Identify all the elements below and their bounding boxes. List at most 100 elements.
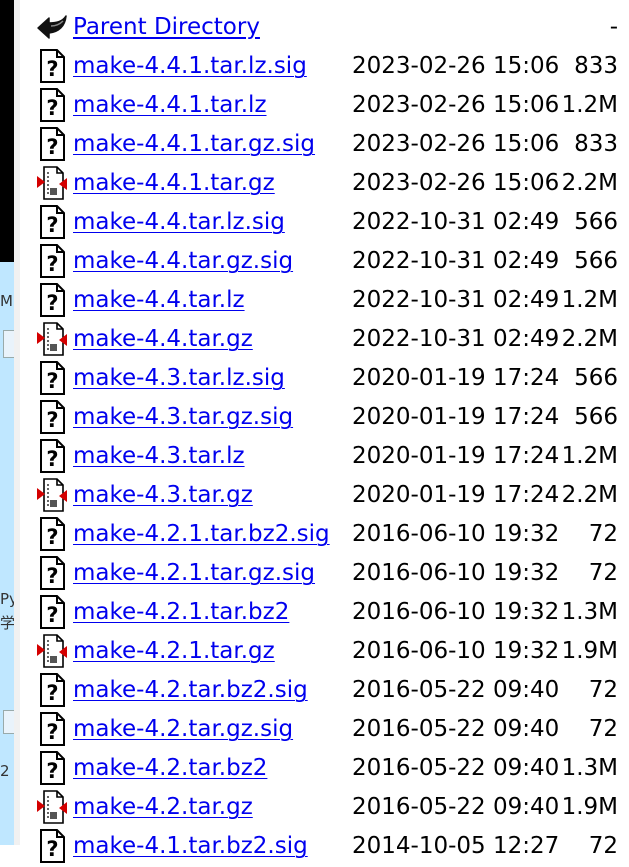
file-link[interactable]: make-4.3.tar.gz.sig (73, 398, 293, 437)
file-link[interactable]: make-4.4.1.tar.gz (73, 164, 275, 203)
file-modified-date: 2016-06-10 19:32 (352, 599, 560, 625)
file-modified-date: 2014-10-05 12:27 (352, 833, 560, 859)
file-size: 833 (574, 53, 618, 79)
file-modified-date: 2016-05-22 09:40 (352, 716, 560, 742)
svg-text:?: ? (46, 135, 58, 159)
file-modified-date: 2016-06-10 19:32 (352, 560, 560, 586)
file-size: 1.3M (561, 755, 618, 781)
file-size: 1.9M (561, 794, 618, 820)
file-modified-date: 2023-02-26 15:06 (352, 53, 560, 79)
file-link[interactable]: make-4.2.tar.gz.sig (73, 710, 293, 749)
file-link[interactable]: make-4.2.1.tar.bz2 (73, 593, 289, 632)
file-link[interactable]: make-4.2.tar.bz2 (73, 749, 267, 788)
file-link[interactable]: make-4.2.1.tar.gz (73, 632, 275, 671)
unknown-file-icon: ? (36, 88, 68, 122)
file-size: 566 (574, 365, 618, 391)
svg-text:?: ? (46, 96, 58, 120)
file-link[interactable]: make-4.3.tar.lz (73, 437, 245, 476)
file-modified-date: 2022-10-31 02:49 (352, 326, 560, 352)
file-row: ? make-4.2.1.tar.bz2.sig 2016-06-10 19:32 7… (0, 515, 629, 554)
file-size: 1.9M (561, 638, 618, 664)
file-modified-date: 2022-10-31 02:49 (352, 248, 560, 274)
file-link[interactable]: make-4.4.1.tar.lz (73, 86, 267, 125)
file-link[interactable]: make-4.4.tar.gz.sig (73, 242, 293, 281)
unknown-file-icon: ? (36, 517, 68, 551)
unknown-file-icon: ? (36, 283, 68, 317)
file-row: ? make-4.4.1.tar.gz.sig 2023-02-26 15:06 83… (0, 125, 629, 164)
svg-text:?: ? (46, 564, 58, 588)
file-link[interactable]: make-4.4.1.tar.lz.sig (73, 47, 307, 86)
back-arrow-icon (36, 10, 68, 44)
file-link[interactable]: make-4.4.tar.lz.sig (73, 203, 285, 242)
svg-text:?: ? (46, 720, 58, 744)
svg-text:?: ? (46, 408, 58, 432)
file-link[interactable]: make-4.2.1.tar.gz.sig (73, 554, 315, 593)
file-row: ? make-4.4.1.tar.lz.sig 2023-02-26 15:06 83… (0, 47, 629, 86)
unknown-file-icon: ? (36, 361, 68, 395)
svg-text:?: ? (46, 252, 58, 276)
file-modified-date: 2016-05-22 09:40 (352, 755, 560, 781)
file-modified-date: 2022-10-31 02:49 (352, 209, 560, 235)
svg-text:?: ? (46, 57, 58, 81)
file-size: 72 (588, 833, 618, 859)
file-row: ? make-4.4.tar.gz.sig 2022-10-31 02:49 566 (0, 242, 629, 281)
unknown-file-icon: ? (36, 829, 68, 863)
svg-text:?: ? (46, 525, 58, 549)
svg-text:?: ? (46, 369, 58, 393)
file-link[interactable]: make-4.2.tar.gz (73, 788, 253, 827)
file-link[interactable]: make-4.2.tar.bz2.sig (73, 671, 308, 710)
file-link[interactable]: make-4.4.tar.lz (73, 281, 245, 320)
file-row: ? make-4.3.tar.gz.sig 2020-01-19 17:24 566 (0, 398, 629, 437)
file-row: ? make-4.2.1.tar.gz.sig 2016-06-10 19:32 72 (0, 554, 629, 593)
svg-text:?: ? (46, 759, 58, 783)
file-row: ? make-4.2.tar.bz2 2016-05-22 09:40 1.3M (0, 749, 629, 788)
file-modified-date: 2016-06-10 19:32 (352, 521, 560, 547)
unknown-file-icon: ? (36, 712, 68, 746)
file-modified-date: 2020-01-19 17:24 (352, 365, 560, 391)
file-row: ? make-4.2.1.tar.bz2 2016-06-10 19:32 1.3M (0, 593, 629, 632)
file-row: make-4.2.1.tar.gz 2016-06-10 19:32 1.9M (0, 632, 629, 671)
file-size: 833 (574, 131, 618, 157)
file-modified-date: 2020-01-19 17:24 (352, 482, 560, 508)
file-row: make-4.4.1.tar.gz 2023-02-26 15:06 2.2M (0, 164, 629, 203)
file-link[interactable]: make-4.4.1.tar.gz.sig (73, 125, 315, 164)
svg-text:?: ? (46, 681, 58, 705)
unknown-file-icon: ? (36, 49, 68, 83)
parent-directory-link[interactable]: Parent Directory (73, 8, 260, 47)
file-link[interactable]: make-4.4.tar.gz (73, 320, 253, 359)
file-row: ? make-4.2.tar.gz.sig 2016-05-22 09:40 72 (0, 710, 629, 749)
svg-text:?: ? (46, 213, 58, 237)
file-modified-date: 2022-10-31 02:49 (352, 287, 560, 313)
file-link[interactable]: make-4.3.tar.gz (73, 476, 253, 515)
file-size: 566 (574, 404, 618, 430)
svg-text:?: ? (46, 291, 58, 315)
file-modified-date: 2016-06-10 19:32 (352, 638, 560, 664)
file-size: 1.2M (561, 287, 618, 313)
file-row: ? make-4.2.tar.bz2.sig 2016-05-22 09:40 72 (0, 671, 629, 710)
unknown-file-icon: ? (36, 205, 68, 239)
file-size: 1.2M (561, 92, 618, 118)
file-row: ? make-4.3.tar.lz 2020-01-19 17:24 1.2M (0, 437, 629, 476)
file-link[interactable]: make-4.1.tar.bz2.sig (73, 827, 308, 866)
file-modified-date: 2023-02-26 15:06 (352, 131, 560, 157)
file-size: 72 (588, 560, 618, 586)
file-size: 566 (574, 248, 618, 274)
file-size: 2.2M (561, 482, 618, 508)
file-link[interactable]: make-4.2.1.tar.bz2.sig (73, 515, 330, 554)
parent-size: - (609, 14, 618, 40)
file-size: 2.2M (561, 326, 618, 352)
file-row: make-4.3.tar.gz 2020-01-19 17:24 2.2M (0, 476, 629, 515)
compressed-file-icon (36, 166, 68, 200)
file-size: 1.3M (561, 599, 618, 625)
file-link[interactable]: make-4.3.tar.lz.sig (73, 359, 285, 398)
unknown-file-icon: ? (36, 127, 68, 161)
file-row: ? make-4.4.tar.lz 2022-10-31 02:49 1.2M (0, 281, 629, 320)
compressed-file-icon (36, 790, 68, 824)
file-row: make-4.4.tar.gz 2022-10-31 02:49 2.2M (0, 320, 629, 359)
directory-listing: Parent Directory - ? make-4.4.1.tar.lz.si… (0, 0, 629, 863)
file-size: 566 (574, 209, 618, 235)
file-size: 72 (588, 677, 618, 703)
unknown-file-icon: ? (36, 244, 68, 278)
unknown-file-icon: ? (36, 439, 68, 473)
file-modified-date: 2020-01-19 17:24 (352, 443, 560, 469)
